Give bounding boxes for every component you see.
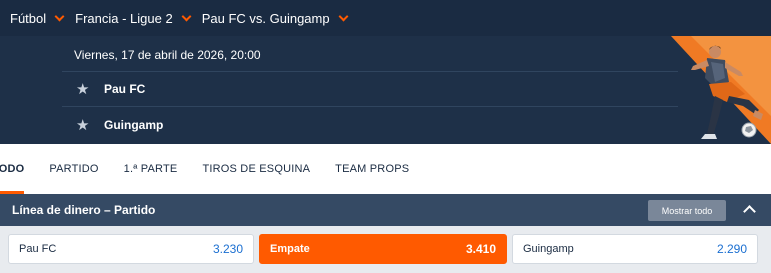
star-icon[interactable]: ★ (76, 116, 104, 134)
team-row-home: ★ Pau FC (62, 72, 678, 107)
event-datetime: Viernes, 17 de abril de 2026, 20:00 (62, 38, 678, 72)
breadcrumb-sport[interactable]: Fútbol (10, 11, 75, 26)
breadcrumb-league[interactable]: Francia - Ligue 2 (75, 11, 202, 26)
odds-label: Pau FC (19, 243, 57, 255)
star-icon[interactable]: ★ (76, 80, 104, 98)
home-team-name: Pau FC (104, 82, 146, 96)
breadcrumb: Fútbol Francia - Ligue 2 Pau FC vs. Guin… (0, 0, 771, 36)
odds-button-draw[interactable]: Empate 3.410 (259, 234, 507, 264)
odds-value: 3.230 (212, 242, 243, 256)
odds-row: Pau FC 3.230 Empate 3.410 Guingamp 2.290 (0, 226, 771, 273)
odds-label: Guingamp (523, 243, 574, 255)
chevron-up-icon[interactable] (743, 203, 755, 215)
team-row-away: ★ Guingamp (62, 107, 678, 142)
event-info: Viernes, 17 de abril de 2026, 20:00 ★ Pa… (62, 38, 678, 142)
breadcrumb-match[interactable]: Pau FC vs. Guingamp (202, 11, 359, 26)
chevron-down-icon (54, 11, 65, 21)
tab-partido[interactable]: PARTIDO (49, 144, 98, 194)
odds-label: Empate (270, 243, 310, 255)
chevron-down-icon (181, 11, 192, 21)
tab-team-props[interactable]: TEAM PROPS (335, 144, 409, 194)
tab-primera-parte[interactable]: 1.ª PARTE (124, 144, 178, 194)
odds-value: 3.410 (465, 242, 496, 256)
market-tabs: TODO PARTIDO 1.ª PARTE TIROS DE ESQUINA … (0, 144, 771, 194)
odds-button-away[interactable]: Guingamp 2.290 (512, 234, 758, 264)
market-title: Línea de dinero – Partido (12, 203, 156, 217)
tab-todo[interactable]: TODO (0, 144, 25, 194)
breadcrumb-label: Fútbol (10, 10, 47, 26)
show-all-button[interactable]: Mostrar todo (648, 200, 726, 221)
away-team-name: Guingamp (104, 117, 164, 132)
odds-value: 2.290 (716, 242, 747, 256)
event-header: Viernes, 17 de abril de 2026, 20:00 ★ Pa… (0, 36, 771, 144)
breadcrumb-label: Pau FC vs. Guingamp (201, 10, 330, 26)
breadcrumb-label: Francia - Ligue 2 (75, 10, 173, 26)
chevron-down-icon (338, 11, 349, 21)
odds-button-home[interactable]: Pau FC 3.230 (8, 234, 254, 264)
soccer-player-illustration (691, 45, 763, 139)
tab-tiros-de-esquina[interactable]: TIROS DE ESQUINA (202, 144, 310, 194)
market-header: Línea de dinero – Partido Mostrar todo (0, 194, 771, 226)
